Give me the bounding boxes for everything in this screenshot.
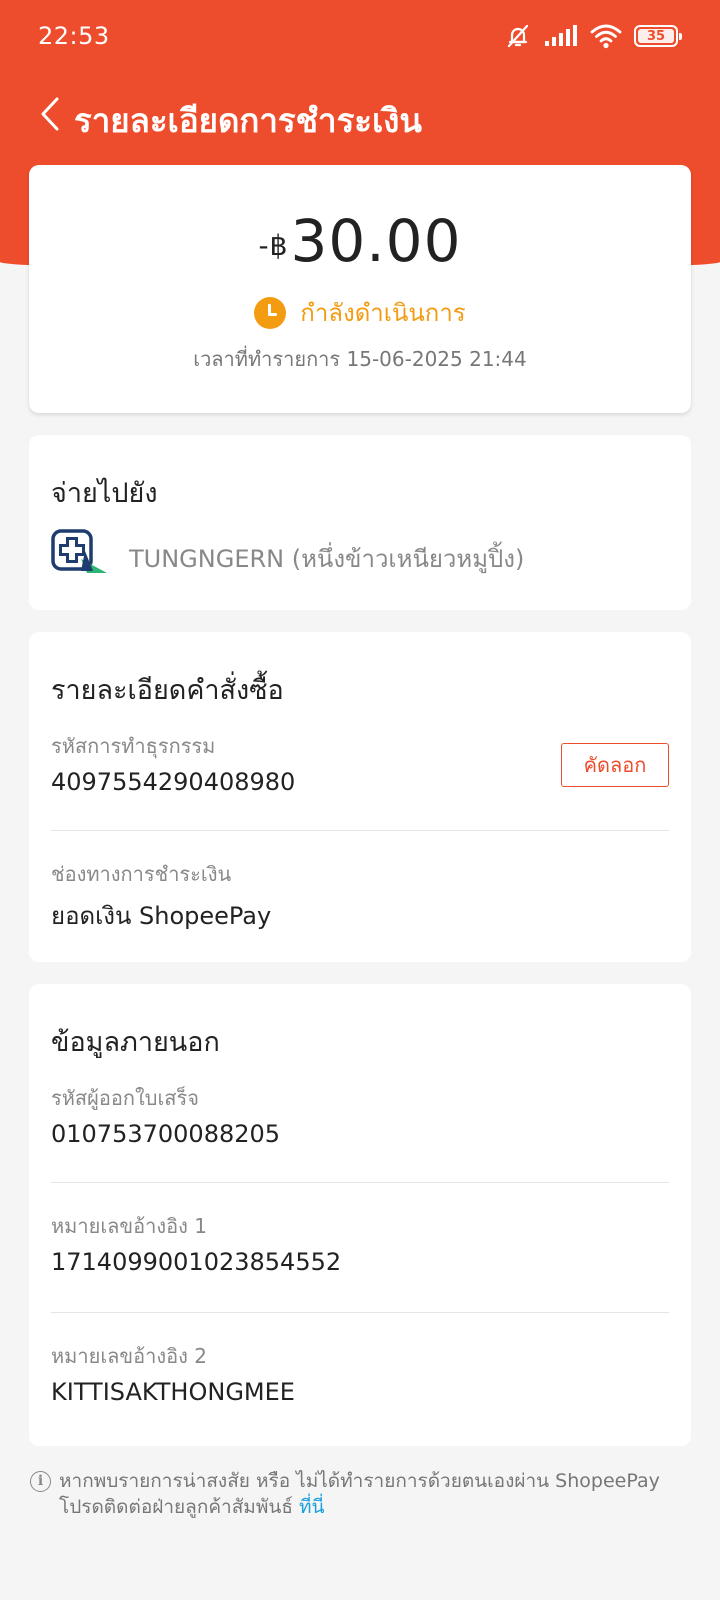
status-bar: 22:53 35: [0, 0, 720, 72]
back-button[interactable]: [30, 92, 70, 136]
pay-to-title: จ่ายไปยัง: [51, 478, 158, 509]
issuer-id-value: 010753700088205: [51, 1120, 281, 1148]
status-text: กำลังดำเนินการ: [300, 299, 466, 327]
payment-method-label: ช่องทางการชำระเงิน: [51, 862, 232, 886]
status-badge: กำลังดำเนินการ: [29, 293, 691, 332]
external-info-title: ข้อมูลภายนอก: [51, 1027, 220, 1058]
footer-note: i หากพบรายการน่าสงสัย หรือ ไม่ได้ทำรายกา…: [30, 1468, 690, 1520]
reference-1-value: 171409900102385455​2: [51, 1248, 342, 1276]
signal-icon: [545, 25, 577, 46]
amount-card: -฿30.00 กำลังดำเนินการ เวลาที่ทำรายการ 1…: [29, 165, 691, 413]
amount: -฿30.00: [29, 207, 691, 275]
copy-button[interactable]: คัดลอก: [561, 743, 669, 787]
contact-link[interactable]: ที่นี่: [299, 1496, 325, 1518]
footer-text: หากพบรายการน่าสงสัย หรือ ไม่ได้ทำรายการด…: [59, 1470, 660, 1518]
transaction-id-value: 4097554290408980: [51, 768, 296, 796]
transaction-id-label: รหัสการทำธุรกรรม: [51, 734, 216, 758]
transaction-time: เวลาที่ทำรายการ 15-06-2025 21:44: [193, 347, 527, 371]
chevron-left-icon: [41, 97, 59, 131]
page-title: รายละเอียดการชำระเงิน: [74, 101, 422, 140]
amount-value: 30.00: [290, 207, 462, 275]
info-icon: i: [30, 1471, 51, 1492]
order-details-card: รายละเอียดคำสั่งซื้อ รหัสการทำธุรกรรม 40…: [29, 632, 691, 962]
merchant-logo-icon: [51, 529, 107, 573]
external-info-card: ข้อมูลภายนอก รหัสผู้ออกใบเสร็จ 010753700…: [29, 984, 691, 1446]
battery-icon: 35: [634, 25, 682, 47]
mute-bell-icon: [507, 24, 529, 48]
top-nav: รายละเอียดการชำระเงิน: [0, 80, 720, 150]
reference-2-label: หมายเลขอ้างอิง 2: [51, 1344, 207, 1368]
status-time: 22:53: [38, 22, 110, 50]
divider: [51, 1312, 669, 1313]
battery-level: 35: [646, 28, 666, 44]
issuer-id-label: รหัสผู้ออกใบเสร็จ: [51, 1086, 199, 1110]
pay-to-card: จ่ายไปยัง TUNGNGERN (หนึ่งข้าวเหนียวหมูป…: [29, 435, 691, 610]
payment-method-value: ยอดเงิน ShopeePay: [51, 902, 272, 930]
clock-icon: [254, 296, 287, 329]
divider: [51, 1182, 669, 1183]
reference-1-label: หมายเลขอ้างอิง 1: [51, 1214, 207, 1238]
footer-text-block: หากพบรายการน่าสงสัย หรือ ไม่ได้ทำรายการด…: [59, 1468, 690, 1520]
wifi-icon: [590, 24, 622, 49]
divider: [51, 830, 669, 831]
status-icons: 35: [504, 22, 682, 50]
merchant-name: TUNGNGERN (หนึ่งข้าวเหนียวหมูปิ้ง): [129, 545, 525, 573]
reference-2-value: KITTISAKTHONGMEE: [51, 1378, 295, 1406]
amount-prefix: -฿: [258, 229, 289, 262]
order-details-title: รายละเอียดคำสั่งซื้อ: [51, 675, 284, 706]
